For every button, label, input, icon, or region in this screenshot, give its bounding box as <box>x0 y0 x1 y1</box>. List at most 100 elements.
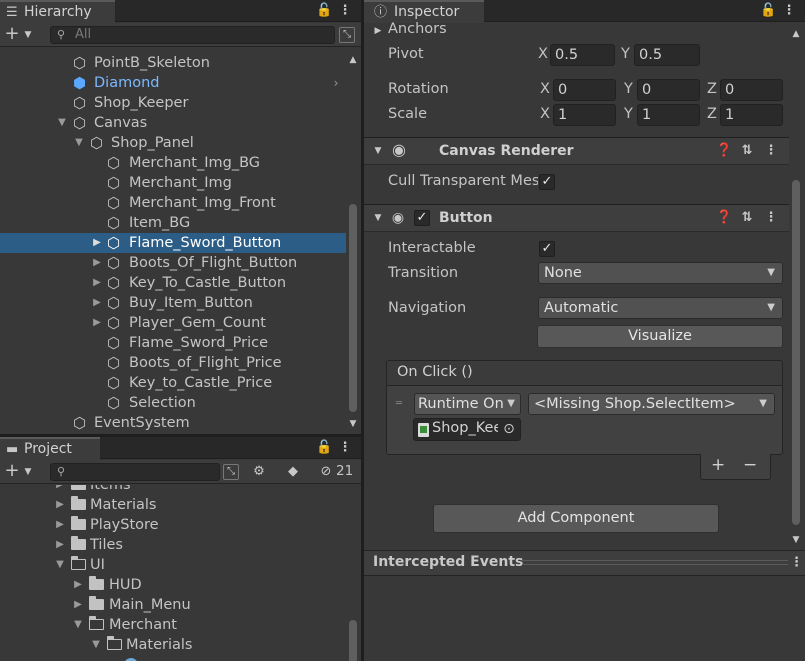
collapse-arrow-icon[interactable]: ▼ <box>72 615 84 635</box>
foldout-arrow-icon[interactable]: ▼ <box>372 210 384 226</box>
collapse-arrow-icon[interactable]: ▼ <box>54 555 66 575</box>
collapse-arrow-icon[interactable]: ▶ <box>91 293 103 313</box>
help-icon[interactable]: ❓ <box>716 210 732 226</box>
project-scrollbar[interactable] <box>346 485 360 661</box>
rotation-y-field[interactable]: 0 <box>637 79 700 101</box>
preset-icon[interactable]: ⇅ <box>740 143 754 159</box>
component-menu-icon[interactable]: ⋮ <box>764 210 778 226</box>
hierarchy-row-player-gem-count[interactable]: ▶ ⬡ Player_Gem_Count <box>0 313 346 333</box>
scroll-down-icon[interactable]: ▼ <box>789 532 803 548</box>
navigation-dropdown[interactable]: Automatic ▼ <box>538 297 783 319</box>
hierarchy-row-item-bg[interactable]: ⬡ Item_BG <box>0 213 346 233</box>
rotation-z-field[interactable]: 0 <box>720 79 783 101</box>
hierarchy-row-merchant-img-bg[interactable]: ⬡ Merchant_Img_BG <box>0 153 346 173</box>
hierarchy-row-boots-of-flight-price[interactable]: ⬡ Boots_of_Flight_Price <box>0 353 346 373</box>
project-search-input[interactable]: ⚲ <box>50 463 220 481</box>
project-row-merchant-materials[interactable]: ▼ Materials <box>0 635 346 655</box>
help-icon[interactable]: ❓ <box>716 143 732 159</box>
filter-by-label-icon[interactable]: ◆ <box>285 464 301 480</box>
hierarchy-row-key-to-castle-button[interactable]: ▶ ⬡ Key_To_Castle_Button <box>0 273 346 293</box>
add-event-button[interactable]: + <box>711 455 725 475</box>
collapse-arrow-icon[interactable]: ▶ <box>91 273 103 293</box>
project-row-ui[interactable]: ▼ UI <box>0 555 346 575</box>
transition-dropdown[interactable]: None ▼ <box>538 262 783 284</box>
create-plus-icon[interactable]: + <box>4 462 20 480</box>
hierarchy-row-flame-sword-price[interactable]: ⬡ Flame_Sword_Price <box>0 333 346 353</box>
scale-y-field[interactable]: 1 <box>637 104 700 126</box>
expand-arrow-icon[interactable]: ▶ <box>54 515 66 535</box>
project-row-playstore[interactable]: ▶ PlayStore <box>0 515 346 535</box>
tab-inspector[interactable]: ⓘ Inspector <box>364 0 484 23</box>
object-field[interactable]: Shop_Kee ⊙ <box>413 418 521 441</box>
hierarchy-row-merchant-img-front[interactable]: ⬡ Merchant_Img_Front <box>0 193 346 213</box>
cull-transparent-checkbox[interactable]: ✓ <box>539 174 555 190</box>
collapse-arrow-icon[interactable]: ▶ <box>91 313 103 333</box>
project-row-tiles[interactable]: ▶ Tiles <box>0 535 346 555</box>
hierarchy-row-diamond[interactable]: ⬢ Diamond › <box>0 73 346 93</box>
hierarchy-row-buy-item-button[interactable]: ▶ ⬡ Buy_Item_Button <box>0 293 346 313</box>
expand-arrow-icon[interactable]: ▶ <box>54 495 66 515</box>
drag-handle-icon[interactable]: ═ <box>393 396 405 412</box>
hierarchy-row-boots-of-flight-button[interactable]: ▶ ⬡ Boots_Of_Flight_Button <box>0 253 346 273</box>
hierarchy-search-input[interactable]: ⚲ All <box>50 26 335 44</box>
hidden-packages-icon[interactable]: ⊘ <box>316 464 336 480</box>
filter-by-type-icon[interactable]: ⚙ <box>250 464 268 480</box>
foldout-arrow-icon[interactable]: ▼ <box>372 143 384 159</box>
expand-arrow-icon[interactable]: ▶ <box>54 485 66 495</box>
scale-z-field[interactable]: 1 <box>720 104 783 126</box>
hierarchy-row-shop-keeper[interactable]: ⬡ Shop_Keeper <box>0 93 346 113</box>
component-menu-icon[interactable]: ⋮ <box>764 143 778 159</box>
create-dropdown-icon[interactable]: ▼ <box>22 27 34 43</box>
more-menu-icon[interactable]: ⋮ <box>338 3 352 19</box>
more-menu-icon[interactable]: ⋮ <box>782 3 796 19</box>
lock-icon[interactable]: 🔓 <box>316 440 332 456</box>
collapse-arrow-icon[interactable]: ▶ <box>91 233 103 253</box>
lock-icon[interactable]: 🔓 <box>760 3 776 19</box>
inspector-scroll-thumb[interactable] <box>792 180 800 525</box>
hierarchy-row-canvas[interactable]: ▼ ⬡ Canvas <box>0 113 346 133</box>
hierarchy-row-key-to-castle-price[interactable]: ⬡ Key_to_Castle_Price <box>0 373 346 393</box>
hierarchy-row-merchant-img[interactable]: ⬡ Merchant_Img <box>0 173 346 193</box>
add-component-button[interactable]: Add Component <box>433 504 719 533</box>
interactable-checkbox[interactable]: ✓ <box>539 241 555 257</box>
hierarchy-row-shop-panel[interactable]: ▼ ⬡ Shop_Panel <box>0 133 346 153</box>
project-row-materials[interactable]: ▶ Materials <box>0 495 346 515</box>
remove-event-button[interactable]: − <box>743 455 757 475</box>
anchors-label[interactable]: Anchors <box>388 21 447 37</box>
anchors-foldout-icon[interactable]: ▶ <box>372 23 384 39</box>
hierarchy-row-selection[interactable]: ⬡ Selection <box>0 393 346 413</box>
inspector-scrollbar[interactable]: ▲ ▼ <box>789 22 803 548</box>
project-row-main-menu[interactable]: ▶ Main_Menu <box>0 595 346 615</box>
scroll-down-icon[interactable]: ▼ <box>346 416 360 432</box>
more-menu-icon[interactable]: ⋮ <box>338 440 352 456</box>
project-row-hud[interactable]: ▶ HUD <box>0 575 346 595</box>
scale-x-field[interactable]: 1 <box>553 104 616 126</box>
button-enabled-checkbox[interactable]: ✓ <box>414 210 430 226</box>
collapse-arrow-icon[interactable]: ▶ <box>91 253 103 273</box>
intercepted-events-bar[interactable]: Intercepted Events ⋮ <box>364 550 805 576</box>
hierarchy-scroll-thumb[interactable] <box>349 204 357 412</box>
search-options-icon[interactable]: ⤡ <box>339 27 355 43</box>
tab-project[interactable]: ▬ Project <box>0 437 100 460</box>
expand-arrow-icon[interactable]: ▶ <box>54 535 66 555</box>
pivot-y-field[interactable]: 0.5 <box>634 44 700 66</box>
pivot-x-field[interactable]: 0.5 <box>550 44 615 66</box>
intercepted-events-menu-icon[interactable]: ⋮ <box>790 555 803 571</box>
create-plus-icon[interactable]: + <box>4 25 20 43</box>
lock-icon[interactable]: 🔓 <box>316 3 332 19</box>
create-dropdown-icon[interactable]: ▼ <box>22 464 34 480</box>
rotation-x-field[interactable]: 0 <box>553 79 616 101</box>
project-row-items[interactable]: ▶ Items <box>0 485 346 495</box>
runtime-mode-dropdown[interactable]: Runtime On ▼ <box>414 393 521 415</box>
scroll-up-icon[interactable]: ▲ <box>789 26 803 42</box>
hierarchy-row-pointb-skeleton[interactable]: ⬡ PointB_Skeleton <box>0 53 346 73</box>
hierarchy-row-eventsystem[interactable]: ⬡ EventSystem <box>0 413 346 433</box>
expand-arrow-icon[interactable]: ▼ <box>73 133 85 153</box>
search-options-icon[interactable]: ⤡ <box>223 464 239 480</box>
expand-arrow-icon[interactable]: ▼ <box>56 113 68 133</box>
scroll-up-icon[interactable]: ▲ <box>346 52 360 68</box>
preset-icon[interactable]: ⇅ <box>740 210 754 226</box>
hierarchy-scrollbar[interactable]: ▲ ▼ <box>346 50 360 434</box>
tab-hierarchy[interactable]: ☰ Hierarchy <box>0 0 115 23</box>
canvas-renderer-header[interactable]: ▼ ◉ Canvas Renderer ❓ ⇅ ⋮ <box>364 137 789 165</box>
